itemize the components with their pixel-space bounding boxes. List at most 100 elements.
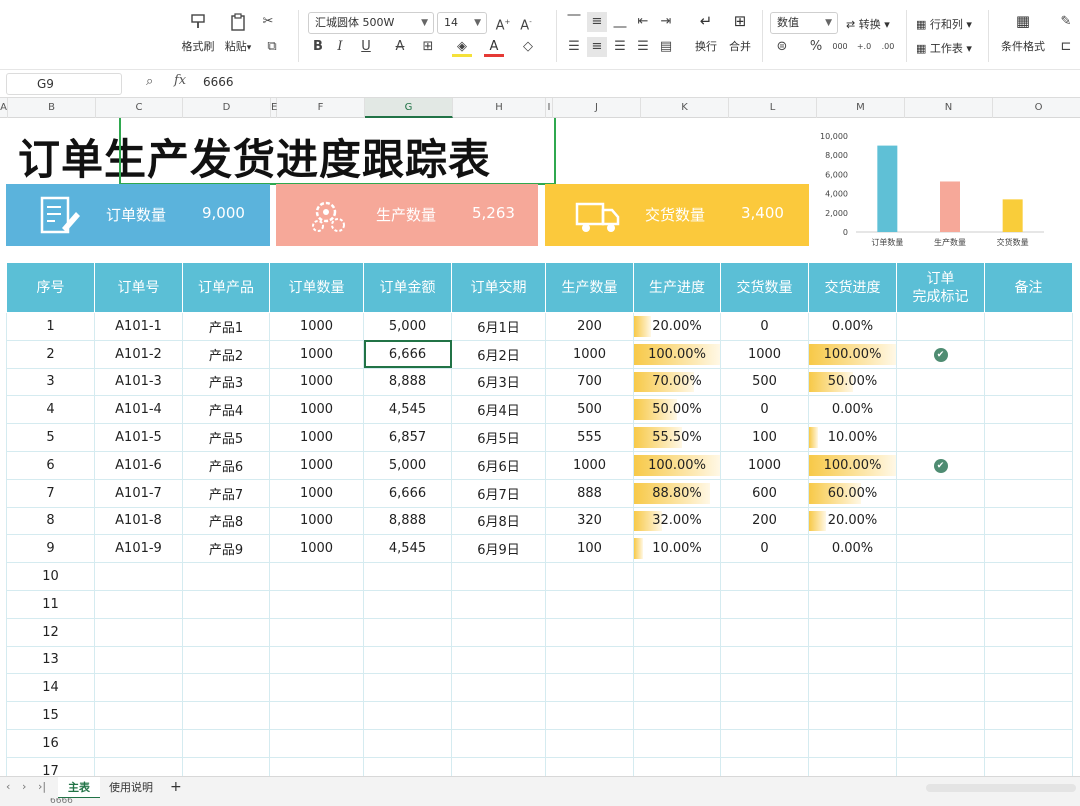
decrease-decimal-icon[interactable]: .00 [878, 37, 898, 57]
table-cell[interactable] [984, 395, 1073, 425]
delivery-progress-cell[interactable]: 50.00% [808, 367, 897, 397]
table-cell[interactable] [896, 423, 985, 452]
table-cell[interactable] [451, 645, 546, 675]
table-cell[interactable]: 8,888 [363, 367, 452, 397]
table-cell[interactable]: 产品2 [182, 339, 270, 369]
sheet-tab-main[interactable]: 主表 [58, 777, 100, 799]
table-cell[interactable]: A101-2 [94, 339, 183, 369]
table-cell[interactable] [94, 589, 183, 619]
percent-icon[interactable]: % [806, 37, 826, 57]
strikethrough-icon[interactable]: A [390, 37, 410, 57]
table-cell[interactable] [984, 589, 1073, 619]
table-cell[interactable]: 产品7 [182, 478, 270, 508]
table-cell[interactable] [984, 562, 1073, 591]
indent-decrease-icon[interactable]: ⇤ [633, 12, 653, 32]
table-cell[interactable] [720, 701, 809, 730]
table-cell[interactable]: 1000 [269, 367, 364, 397]
table-cell[interactable]: 1000 [269, 312, 364, 341]
table-cell[interactable] [182, 756, 270, 776]
name-box[interactable]: G9 [6, 73, 122, 95]
table-cell[interactable] [633, 617, 721, 647]
table-cell[interactable] [545, 701, 634, 730]
table-cell[interactable] [182, 645, 270, 675]
table-cell[interactable] [896, 395, 985, 425]
table-cell[interactable]: 9 [6, 534, 95, 564]
underline-icon[interactable]: U [356, 37, 376, 57]
table-cell[interactable] [182, 728, 270, 758]
production-progress-cell[interactable]: 50.00% [633, 395, 721, 425]
paste-button[interactable]: 粘贴▾ [216, 10, 260, 58]
column-header-l[interactable]: L [729, 98, 817, 118]
number-format-select[interactable]: 数值 ▼ [770, 12, 838, 34]
formula-input[interactable]: 6666 [203, 75, 234, 89]
conditional-format-button[interactable]: ▦ 条件格式 [996, 10, 1050, 58]
delivery-progress-cell[interactable]: 100.00% [808, 450, 897, 480]
table-cell[interactable] [633, 701, 721, 730]
table-cell[interactable]: 500 [545, 395, 634, 425]
table-cell[interactable] [363, 562, 452, 591]
table-cell[interactable] [363, 645, 452, 675]
table-cell[interactable] [896, 673, 985, 703]
table-cell[interactable] [451, 756, 546, 776]
table-cell[interactable]: 5,000 [363, 450, 452, 480]
table-cell[interactable] [984, 478, 1073, 508]
table-cell[interactable]: 4 [6, 395, 95, 425]
table-cell[interactable] [720, 617, 809, 647]
table-cell[interactable]: 6 [6, 450, 95, 480]
align-top-icon[interactable]: ⎺ [564, 12, 584, 32]
column-header-n[interactable]: N [905, 98, 993, 118]
production-progress-cell[interactable]: 10.00% [633, 534, 721, 564]
font-color-icon[interactable]: A [484, 37, 504, 57]
table-cell[interactable]: 4,545 [363, 534, 452, 564]
clear-format-icon[interactable]: ◇ [518, 37, 538, 57]
column-header-o[interactable]: O [993, 98, 1080, 118]
table-cell[interactable] [363, 756, 452, 776]
table-cell[interactable]: 17 [6, 756, 95, 776]
table-cell[interactable] [896, 506, 985, 536]
table-cell[interactable] [269, 617, 364, 647]
table-cell[interactable]: 14 [6, 673, 95, 703]
table-cell[interactable]: 11 [6, 589, 95, 619]
bold-icon[interactable]: B [308, 37, 328, 57]
add-sheet-button[interactable]: + [160, 777, 192, 799]
first-sheet-icon[interactable]: ‹ [6, 780, 10, 793]
table-cell[interactable]: 6月7日 [451, 478, 546, 508]
table-cell[interactable] [808, 728, 897, 758]
column-header-m[interactable]: M [817, 98, 905, 118]
table-header-cell[interactable]: 生产数量 [545, 262, 634, 313]
table-cell[interactable] [896, 701, 985, 730]
table-cell[interactable] [720, 562, 809, 591]
table-cell[interactable]: 16 [6, 728, 95, 758]
production-progress-cell[interactable]: 55.50% [633, 423, 721, 452]
table-cell[interactable] [984, 617, 1073, 647]
table-cell[interactable] [808, 645, 897, 675]
table-cell[interactable]: 1000 [269, 506, 364, 536]
style-icon[interactable]: ✎ [1056, 12, 1076, 32]
production-progress-cell[interactable]: 20.00% [633, 312, 721, 341]
table-cell[interactable] [808, 673, 897, 703]
table-cell[interactable]: 产品9 [182, 534, 270, 564]
table-cell[interactable] [182, 673, 270, 703]
table-cell[interactable]: 200 [720, 506, 809, 536]
table-cell[interactable]: 产品8 [182, 506, 270, 536]
sheet-tab-instructions[interactable]: 使用说明 [99, 777, 163, 799]
table-cell[interactable] [269, 645, 364, 675]
table-cell[interactable] [984, 701, 1073, 730]
table-cell[interactable]: 8 [6, 506, 95, 536]
table-cell[interactable]: 6月8日 [451, 506, 546, 536]
font-size-select[interactable]: 14 ▼ [437, 12, 487, 34]
table-cell[interactable] [720, 756, 809, 776]
table-cell[interactable] [94, 562, 183, 591]
font-grow-icon[interactable]: A+ [493, 12, 513, 33]
table-cell[interactable]: A101-7 [94, 478, 183, 508]
table-cell[interactable] [896, 367, 985, 397]
column-header-k[interactable]: K [641, 98, 729, 118]
table-cell[interactable] [896, 534, 985, 564]
table-cell[interactable]: 13 [6, 645, 95, 675]
table-cell[interactable] [896, 478, 985, 508]
table-header-cell[interactable]: 订单 完成标记 [896, 262, 985, 313]
table-cell[interactable]: 10 [6, 562, 95, 591]
completion-mark-cell[interactable]: ✔ [896, 339, 985, 369]
delivery-progress-cell[interactable]: 100.00% [808, 339, 897, 369]
table-cell[interactable]: 1000 [545, 339, 634, 369]
